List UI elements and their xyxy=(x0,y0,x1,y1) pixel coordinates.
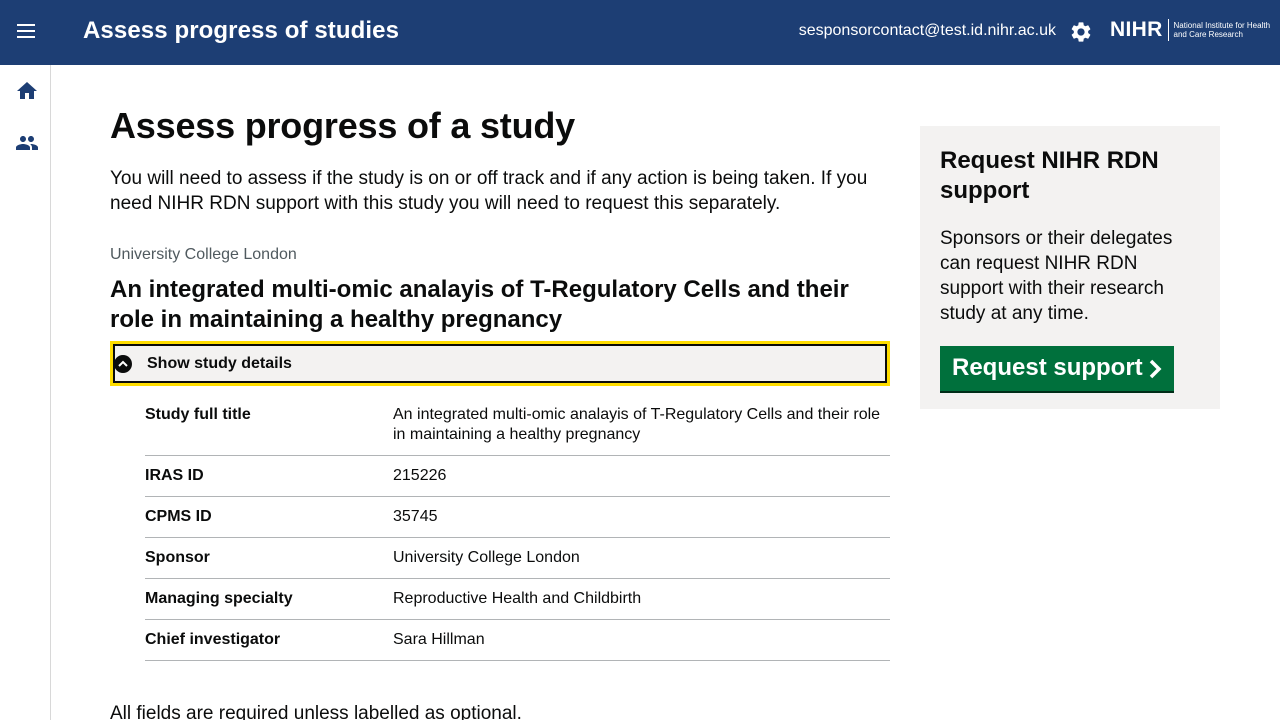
summary-row: Sponsor University College London xyxy=(145,548,890,579)
summary-value: 35745 xyxy=(393,508,438,525)
menu-icon[interactable] xyxy=(14,20,40,46)
summary-row: Chief investigator Sara Hillman xyxy=(145,630,890,661)
study-title: An integrated multi-omic analayis of T-R… xyxy=(110,276,849,333)
user-email: sesponsorcontact@test.id.nihr.ac.uk xyxy=(798,22,1056,39)
chevron-up-icon xyxy=(114,355,132,373)
home-icon[interactable] xyxy=(15,79,39,103)
top-bar: Assess progress of studies sesponsorcont… xyxy=(0,0,1280,65)
summary-value: Reproductive Health and Childbirth xyxy=(393,590,642,607)
request-support-text: Sponsors or their delegates can request … xyxy=(940,228,1173,324)
summary-value: An integrated multi-omic analayis of T-R… xyxy=(393,406,881,443)
summary-key: Managing specialty xyxy=(145,590,293,607)
show-study-details-toggle[interactable]: Show study details xyxy=(110,341,890,386)
summary-key: Chief investigator xyxy=(145,631,281,648)
organisation-caption: University College London xyxy=(110,246,297,263)
logo-subtitle: National Institute for Health and Care R… xyxy=(1173,21,1271,39)
chevron-right-icon xyxy=(1149,359,1162,379)
request-support-heading: Request NIHR RDN support xyxy=(940,147,1159,204)
summary-row: IRAS ID 215226 xyxy=(145,466,890,497)
nihr-logo[interactable]: NIHR National Institute for Health and C… xyxy=(1110,18,1274,42)
people-icon[interactable] xyxy=(15,131,39,155)
summary-key: IRAS ID xyxy=(145,467,204,484)
logo-mark: NIHR xyxy=(1110,18,1163,41)
request-support-panel: Request NIHR RDN support Sponsors or the… xyxy=(920,126,1220,409)
summary-key: CPMS ID xyxy=(145,508,212,525)
request-support-button-label: Request support xyxy=(952,354,1143,381)
summary-key: Study full title xyxy=(145,406,251,423)
app-title[interactable]: Assess progress of studies xyxy=(83,17,399,45)
summary-row: CPMS ID 35745 xyxy=(145,507,890,538)
summary-value: 215226 xyxy=(393,467,447,484)
summary-row: Managing specialty Reproductive Health a… xyxy=(145,589,890,620)
summary-value: University College London xyxy=(393,549,580,566)
study-summary-list: Study full title An integrated multi-omi… xyxy=(145,405,890,671)
summary-key: Sponsor xyxy=(145,549,210,566)
intro-text: You will need to assess if the study is … xyxy=(110,168,868,214)
request-support-button[interactable]: Request support xyxy=(940,346,1174,391)
required-fields-note: All fields are required unless labelled … xyxy=(110,703,522,720)
summary-row: Study full title An integrated multi-omi… xyxy=(145,405,890,456)
logo-divider xyxy=(1167,19,1169,41)
show-study-details-label: Show study details xyxy=(147,355,292,372)
page-title: Assess progress of a study xyxy=(110,105,575,146)
summary-value: Sara Hillman xyxy=(393,631,485,648)
gear-icon[interactable] xyxy=(1069,20,1093,44)
side-nav xyxy=(0,65,51,720)
